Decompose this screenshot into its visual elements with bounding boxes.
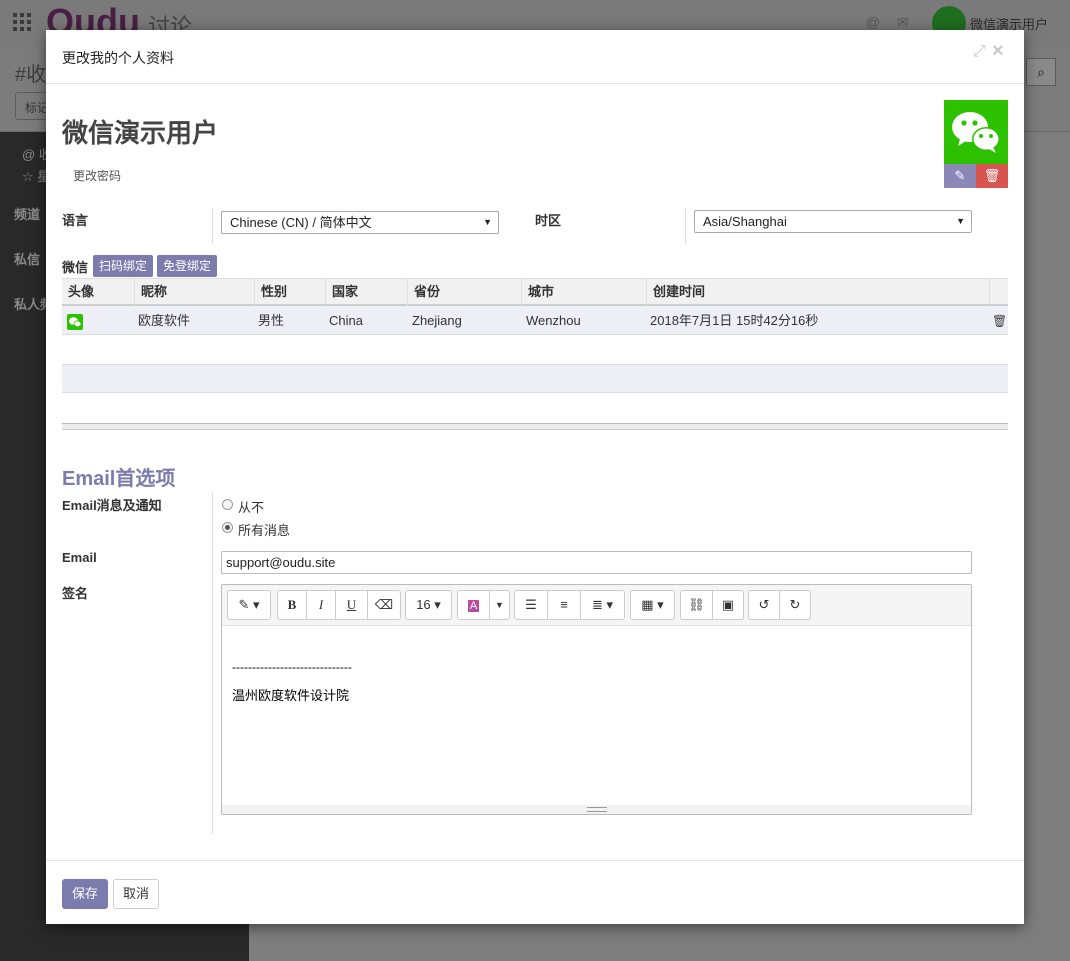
language-value: Chinese (CN) / 简体中文 <box>230 215 372 230</box>
language-select[interactable]: Chinese (CN) / 简体中文 ▼ <box>221 211 499 234</box>
table-insert-dropdown[interactable]: ▦ ▾ <box>630 590 675 620</box>
divider <box>212 493 213 834</box>
modal-footer: 保存 取消 <box>46 860 1024 924</box>
sidebar-item-direct[interactable]: 私信 <box>14 249 40 268</box>
free-login-bind-button[interactable]: 免登绑定 <box>157 255 218 277</box>
table-header: 头像 昵称 性别 国家 省份 城市 创建时间 <box>62 278 1008 307</box>
wechat-label: 微信 <box>62 260 89 275</box>
editor-toolbar: ✎ ▾ B I U ⌫ 16 ▾ A ▼ ☰ ≡ ≣ ▾ ▦ ▾ ⛓ ▣ ↺ ↻ <box>222 585 971 626</box>
eraser-icon[interactable]: ⌫ <box>368 590 401 620</box>
expand-icon[interactable]: ⤢ <box>973 43 991 61</box>
cancel-button[interactable]: 取消 <box>113 879 159 909</box>
column-header-country[interactable]: 国家 <box>325 279 407 307</box>
underline-button[interactable]: U <box>336 590 368 620</box>
timezone-label: 时区 <box>535 213 562 228</box>
cell-city: Wenzhou <box>526 313 581 328</box>
email-section-title: Email首选项 <box>62 468 176 490</box>
resize-grip-icon[interactable] <box>587 807 607 812</box>
pencil-icon[interactable]: ✎ <box>944 164 976 188</box>
column-header-avatar[interactable]: 头像 <box>62 279 134 307</box>
radio-all-messages-label[interactable]: 所有消息 <box>238 520 290 539</box>
save-button[interactable]: 保存 <box>62 879 108 909</box>
editor-resize-bar[interactable] <box>222 805 971 814</box>
signature-line-2[interactable]: 温州欧度软件设计院 <box>232 685 349 704</box>
profile-modal: 更改我的个人资料 ⤢ × 微信演示用户 更改密码 ✎ 🗑 语言 Chinese … <box>46 30 1024 924</box>
signature-editor: ✎ ▾ B I U ⌫ 16 ▾ A ▼ ☰ ≡ ≣ ▾ ▦ ▾ ⛓ ▣ ↺ ↻… <box>221 584 972 815</box>
apps-grid-icon[interactable] <box>13 13 31 31</box>
column-header-province[interactable]: 省份 <box>407 279 521 307</box>
table-row[interactable]: 欧度软件 男性 China Zhejiang Wenzhou 2018年7月1日… <box>62 306 1008 335</box>
section-separator <box>62 423 1008 430</box>
divider <box>685 208 686 244</box>
modal-header: 更改我的个人资料 ⤢ × <box>46 30 1024 84</box>
font-size-dropdown[interactable]: 16 ▾ <box>405 590 452 620</box>
wechat-avatar-image <box>944 100 1008 164</box>
table-footer-row <box>62 364 1008 393</box>
chevron-down-icon: ▼ <box>483 217 492 227</box>
image-icon[interactable]: ▣ <box>713 590 744 620</box>
timezone-value: Asia/Shanghai <box>703 214 787 229</box>
column-header-city[interactable]: 城市 <box>521 279 646 307</box>
column-header-actions <box>989 279 1008 307</box>
ordered-list-icon[interactable]: ≡ <box>548 590 581 620</box>
scan-bind-button[interactable]: 扫码绑定 <box>93 255 154 277</box>
column-header-gender[interactable]: 性别 <box>254 279 325 307</box>
language-label: 语言 <box>62 213 89 228</box>
link-icon[interactable]: ⛓ <box>680 590 713 620</box>
redo-icon[interactable]: ↻ <box>780 590 811 620</box>
column-header-nickname[interactable]: 昵称 <box>134 279 254 307</box>
italic-button[interactable]: I <box>307 590 336 620</box>
bold-button[interactable]: B <box>277 590 307 620</box>
email-field[interactable]: support@oudu.site <box>221 551 972 574</box>
chat-icon[interactable]: ✉ <box>897 14 909 31</box>
magic-style-button[interactable]: ✎ ▾ <box>227 590 271 620</box>
font-size-value: 16 <box>416 597 431 612</box>
at-icon[interactable]: @ <box>866 14 880 30</box>
wechat-logo-icon <box>952 112 1000 153</box>
radio-all-messages[interactable] <box>222 522 233 533</box>
divider <box>212 208 213 244</box>
undo-icon[interactable]: ↺ <box>748 590 780 620</box>
change-password-link[interactable]: 更改密码 <box>73 167 121 184</box>
signature-line-1[interactable]: ------------------------------ <box>232 660 352 674</box>
email-notify-label: Email消息及通知 <box>62 498 162 513</box>
signature-label: 签名 <box>62 586 89 601</box>
sidebar-item-channels[interactable]: 频道 <box>14 204 40 223</box>
row-delete-icon[interactable]: 🗑 <box>992 314 1007 328</box>
search-icon[interactable]: ⌕ <box>1026 58 1056 86</box>
radio-never-label[interactable]: 从不 <box>238 497 264 516</box>
modal-title: 更改我的个人资料 <box>62 50 174 66</box>
wechat-icon <box>67 314 83 330</box>
font-color-button[interactable]: A <box>457 590 490 620</box>
unordered-list-icon[interactable]: ☰ <box>514 590 548 620</box>
profile-user-name: 微信演示用户 <box>62 118 219 148</box>
close-icon[interactable]: × <box>992 41 1008 61</box>
cell-country: China <box>329 313 363 328</box>
email-label: Email <box>62 550 97 565</box>
radio-never[interactable] <box>222 499 233 510</box>
cell-gender: 男性 <box>258 313 285 328</box>
cell-created: 2018年7月1日 15时42分16秒 <box>650 313 819 328</box>
chevron-down-icon: ▼ <box>956 216 965 226</box>
font-color-dropdown[interactable]: ▼ <box>490 590 510 620</box>
cell-province: Zhejiang <box>412 313 462 328</box>
cell-nickname: 欧度软件 <box>138 313 191 328</box>
trash-icon[interactable]: 🗑 <box>976 164 1008 188</box>
timezone-select[interactable]: Asia/Shanghai ▼ <box>694 210 972 233</box>
column-header-created[interactable]: 创建时间 <box>646 279 989 307</box>
align-dropdown[interactable]: ≣ ▾ <box>581 590 625 620</box>
